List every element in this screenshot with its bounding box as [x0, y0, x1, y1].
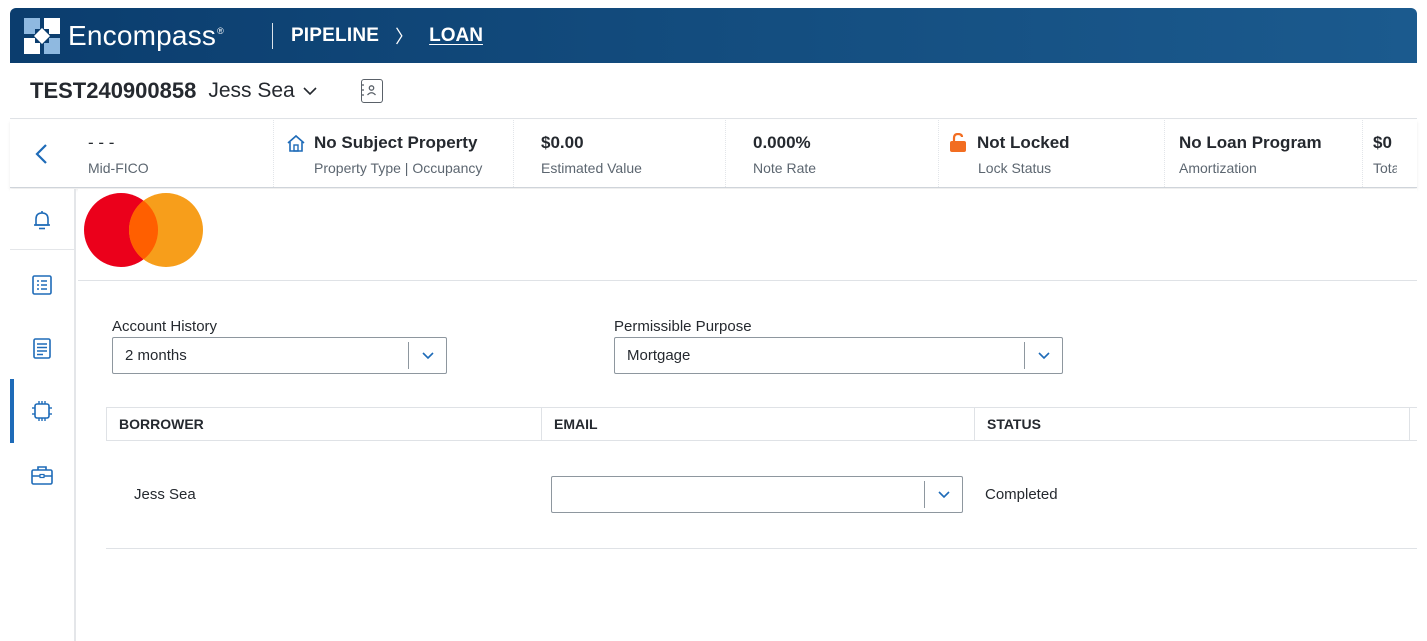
- summary-value: Not Locked: [977, 133, 1070, 152]
- summary-value: 0.000%: [753, 133, 811, 152]
- summary-value-row: No Subject Property: [286, 132, 513, 154]
- rail-tools[interactable]: [10, 443, 74, 507]
- loan-header: TEST240900858 Jess Sea: [10, 63, 1417, 119]
- summary-lock-status: Not Locked Lock Status: [939, 120, 1165, 187]
- rail-forms[interactable]: [10, 253, 74, 317]
- account-history-label: Account History: [112, 318, 218, 335]
- unlocked-icon: [949, 133, 967, 153]
- email-select[interactable]: [551, 476, 963, 513]
- summary-value: No Loan Program: [1179, 133, 1322, 152]
- loan-number: TEST240900858: [30, 77, 197, 103]
- bell-icon: [33, 210, 51, 232]
- collapse-left-icon[interactable]: [10, 120, 72, 187]
- chip-icon: [31, 400, 53, 422]
- rail-services[interactable]: [10, 379, 74, 443]
- summary-label: Tota: [1373, 160, 1397, 176]
- column-header-borrower[interactable]: BORROWER: [107, 407, 542, 441]
- borrower-table: BORROWER EMAIL STATUS Jess Sea Completed: [106, 407, 1417, 549]
- contact-card-icon[interactable]: [360, 78, 383, 103]
- chevron-down-icon: [303, 83, 317, 99]
- permissible-purpose-label: Permissible Purpose: [614, 318, 752, 335]
- left-nav-rail: [10, 189, 76, 641]
- breadcrumb-loan[interactable]: LOAN: [429, 25, 483, 47]
- list-icon: [32, 275, 52, 295]
- top-navigation-bar: Encompass® PIPELINE 〉 LOAN: [10, 8, 1417, 63]
- briefcase-icon: [31, 465, 53, 485]
- document-icon: [33, 338, 51, 360]
- chevron-down-icon[interactable]: [924, 481, 962, 508]
- account-history-select[interactable]: 2 months: [112, 337, 447, 374]
- service-brand-header: [78, 189, 1417, 281]
- chevron-down-icon[interactable]: [408, 342, 446, 369]
- rail-notifications[interactable]: [10, 189, 74, 253]
- summary-total: $0 Tota: [1363, 120, 1397, 187]
- borrower-name: Jess Sea: [208, 78, 295, 102]
- borrower-cell: Jess Sea: [134, 486, 196, 503]
- rail-divider: [10, 249, 74, 250]
- summary-label: Estimated Value: [541, 160, 642, 176]
- table-row: Jess Sea Completed: [106, 441, 1417, 549]
- summary-value: $0: [1373, 133, 1392, 152]
- permissible-purpose-value: Mortgage: [627, 347, 691, 364]
- app-name: Encompass®: [68, 19, 224, 51]
- main-content: Account History 2 months Permissible Pur…: [78, 189, 1417, 641]
- table-header: BORROWER EMAIL STATUS: [106, 407, 1417, 441]
- summary-property: No Subject Property Property Type | Occu…: [274, 120, 514, 187]
- borrower-selector[interactable]: Jess Sea: [208, 78, 317, 103]
- breadcrumb-pipeline[interactable]: PIPELINE: [291, 25, 379, 47]
- summary-label: Amortization: [1179, 160, 1257, 176]
- column-header-email[interactable]: EMAIL: [542, 407, 975, 441]
- permissible-purpose-select[interactable]: Mortgage: [614, 337, 1063, 374]
- summary-value-row: Not Locked: [949, 132, 1164, 154]
- summary-label: Lock Status: [978, 160, 1052, 176]
- summary-label: Note Rate: [753, 160, 817, 176]
- account-history-value: 2 months: [125, 347, 187, 364]
- mastercard-logo: [84, 189, 206, 271]
- breadcrumb-separator-icon: 〉: [395, 26, 414, 47]
- summary-value: $0.00: [541, 133, 584, 152]
- column-header-status[interactable]: STATUS: [975, 407, 1410, 441]
- nav-divider: [271, 22, 273, 49]
- status-cell: Completed: [985, 486, 1058, 503]
- home-icon: [286, 134, 306, 152]
- summary-note-rate: 0.000% Note Rate: [726, 120, 939, 187]
- encompass-logo-icon: [24, 17, 60, 54]
- summary-label: Property Type | Occupancy: [314, 160, 483, 176]
- summary-amortization: No Loan Program Amortization: [1165, 120, 1363, 187]
- rail-documents[interactable]: [10, 317, 74, 381]
- summary-value: - - -: [88, 133, 115, 152]
- summary-label: Mid-FICO: [88, 160, 149, 176]
- summary-mid-fico: - - - Mid-FICO: [72, 120, 274, 187]
- summary-estimated-value: $0.00 Estimated Value: [514, 120, 726, 187]
- loan-summary-strip: - - - Mid-FICO No Subject Property Prope…: [10, 120, 1417, 188]
- chevron-down-icon[interactable]: [1024, 342, 1062, 369]
- summary-value: No Subject Property: [314, 133, 478, 152]
